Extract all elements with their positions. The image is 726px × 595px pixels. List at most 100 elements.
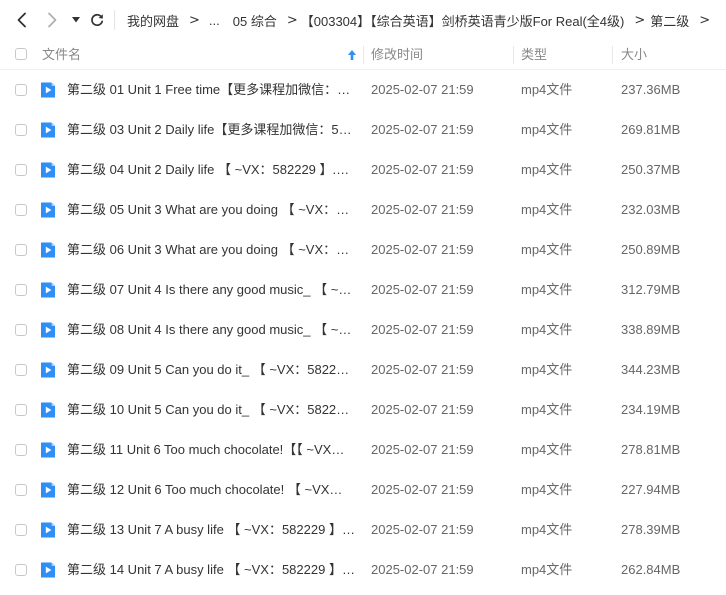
row-checkbox[interactable]	[15, 484, 27, 496]
file-size: 278.39MB	[621, 522, 681, 537]
history-dropdown-button[interactable]	[69, 8, 83, 32]
column-divider[interactable]	[513, 46, 514, 64]
column-header-name[interactable]: 文件名	[42, 40, 81, 69]
file-name[interactable]: 第二级 06 Unit 3 What are you doing 【 ~VX：5…	[67, 230, 355, 270]
row-checkbox[interactable]	[15, 244, 27, 256]
breadcrumb-item-course[interactable]: 【003304】【综合英语】剑桥英语青少版For Real(全4级)	[301, 11, 625, 30]
file-size: 262.84MB	[621, 562, 681, 577]
file-size: 278.81MB	[621, 442, 681, 457]
column-header-size[interactable]: 大小	[621, 40, 647, 69]
breadcrumb-item-ellipsis[interactable]: ...	[209, 13, 220, 28]
file-name[interactable]: 第二级 13 Unit 7 A busy life 【 ~VX：582229 】…	[67, 510, 355, 550]
video-file-icon	[41, 322, 55, 338]
caret-down-icon	[72, 17, 80, 23]
file-name[interactable]: 第二级 08 Unit 4 Is there any good music_ 【…	[67, 310, 355, 350]
video-file-icon	[41, 82, 55, 98]
file-modified-time: 2025-02-07 21:59	[371, 442, 474, 457]
navigation-bar: 我的网盘 > ... 05 综合 > 【003304】【综合英语】剑桥英语青少版…	[0, 0, 726, 40]
file-size: 312.79MB	[621, 282, 681, 297]
row-checkbox[interactable]	[15, 444, 27, 456]
file-type: mp4文件	[521, 242, 573, 257]
row-checkbox[interactable]	[15, 84, 27, 96]
file-modified-time: 2025-02-07 21:59	[371, 482, 474, 497]
breadcrumb: 我的网盘 > ... 05 综合 > 【003304】【综合英语】剑桥英语青少版…	[127, 0, 719, 40]
row-checkbox[interactable]	[15, 204, 27, 216]
column-divider[interactable]	[363, 46, 364, 64]
file-type: mp4文件	[521, 362, 573, 377]
file-modified-time: 2025-02-07 21:59	[371, 402, 474, 417]
breadcrumb-separator-icon: >	[189, 12, 200, 28]
file-name[interactable]: 第二级 07 Unit 4 Is there any good music_ 【…	[67, 270, 355, 310]
video-file-icon	[41, 442, 55, 458]
video-file-icon	[41, 362, 55, 378]
file-type: mp4文件	[521, 322, 573, 337]
file-type: mp4文件	[521, 522, 573, 537]
video-file-icon	[41, 522, 55, 538]
back-button[interactable]	[12, 8, 32, 32]
row-checkbox[interactable]	[15, 564, 27, 576]
row-checkbox[interactable]	[15, 524, 27, 536]
forward-button[interactable]	[42, 8, 62, 32]
video-file-icon	[41, 242, 55, 258]
file-row[interactable]: 第二级 05 Unit 3 What are you doing 【 ~VX：5…	[0, 190, 726, 230]
row-checkbox[interactable]	[15, 404, 27, 416]
file-size: 232.03MB	[621, 202, 681, 217]
file-type: mp4文件	[521, 562, 573, 577]
file-row[interactable]: 第二级 04 Unit 2 Daily life 【 ~VX：582229 】.…	[0, 150, 726, 190]
file-modified-time: 2025-02-07 21:59	[371, 522, 474, 537]
row-checkbox[interactable]	[15, 364, 27, 376]
file-modified-time: 2025-02-07 21:59	[371, 282, 474, 297]
file-name[interactable]: 第二级 05 Unit 3 What are you doing 【 ~VX：5…	[67, 190, 355, 230]
breadcrumb-item-current[interactable]: 第二级	[650, 11, 689, 30]
row-checkbox[interactable]	[15, 324, 27, 336]
refresh-button[interactable]	[88, 8, 106, 32]
file-row[interactable]: 第二级 03 Unit 2 Daily life【更多课程加微信：582229】…	[0, 110, 726, 150]
file-row[interactable]: 第二级 12 Unit 6 Too much chocolate! 【 ~VX：…	[0, 470, 726, 510]
file-modified-time: 2025-02-07 21:59	[371, 162, 474, 177]
sort-ascending-icon[interactable]	[347, 49, 357, 61]
file-name[interactable]: 第二级 11 Unit 6 Too much chocolate!【【 ~VX：…	[67, 430, 355, 470]
file-modified-time: 2025-02-07 21:59	[371, 122, 474, 137]
file-row[interactable]: 第二级 08 Unit 4 Is there any good music_ 【…	[0, 310, 726, 350]
file-modified-time: 2025-02-07 21:59	[371, 82, 474, 97]
column-header-type[interactable]: 类型	[521, 40, 547, 69]
breadcrumb-item-category[interactable]: 05 综合	[233, 11, 277, 30]
file-size: 344.23MB	[621, 362, 681, 377]
file-row[interactable]: 第二级 11 Unit 6 Too much chocolate!【【 ~VX：…	[0, 430, 726, 470]
file-name[interactable]: 第二级 10 Unit 5 Can you do it_ 【 ~VX：58222…	[67, 390, 355, 430]
file-row[interactable]: 第二级 07 Unit 4 Is there any good music_ 【…	[0, 270, 726, 310]
file-row[interactable]: 第二级 01 Unit 1 Free time【更多课程加微信：582229】.…	[0, 70, 726, 110]
file-type: mp4文件	[521, 162, 573, 177]
row-checkbox[interactable]	[15, 124, 27, 136]
video-file-icon	[41, 562, 55, 578]
file-row[interactable]: 第二级 09 Unit 5 Can you do it_ 【 ~VX：58222…	[0, 350, 726, 390]
column-header-mtime[interactable]: 修改时间	[371, 40, 423, 69]
video-file-icon	[41, 282, 55, 298]
row-checkbox[interactable]	[15, 284, 27, 296]
column-divider[interactable]	[612, 46, 613, 64]
file-row[interactable]: 第二级 14 Unit 7 A busy life 【 ~VX：582229 】…	[0, 550, 726, 590]
file-name[interactable]: 第二级 09 Unit 5 Can you do it_ 【 ~VX：58222…	[67, 350, 355, 390]
row-checkbox[interactable]	[15, 164, 27, 176]
file-modified-time: 2025-02-07 21:59	[371, 362, 474, 377]
file-row[interactable]: 第二级 06 Unit 3 What are you doing 【 ~VX：5…	[0, 230, 726, 270]
file-name[interactable]: 第二级 14 Unit 7 A busy life 【 ~VX：582229 】…	[67, 550, 355, 590]
breadcrumb-item-root[interactable]: 我的网盘	[127, 11, 179, 30]
file-type: mp4文件	[521, 82, 573, 97]
file-list-header: 文件名 修改时间 类型 大小	[0, 40, 726, 70]
file-name[interactable]: 第二级 12 Unit 6 Too much chocolate! 【 ~VX：…	[67, 470, 355, 510]
video-file-icon	[41, 402, 55, 418]
file-size: 338.89MB	[621, 322, 681, 337]
file-modified-time: 2025-02-07 21:59	[371, 562, 474, 577]
file-type: mp4文件	[521, 202, 573, 217]
file-name[interactable]: 第二级 01 Unit 1 Free time【更多课程加微信：582229】.…	[67, 70, 355, 110]
chevron-right-icon	[48, 12, 57, 28]
file-name[interactable]: 第二级 04 Unit 2 Daily life 【 ~VX：582229 】.…	[67, 150, 355, 190]
file-type: mp4文件	[521, 282, 573, 297]
file-modified-time: 2025-02-07 21:59	[371, 322, 474, 337]
file-row[interactable]: 第二级 13 Unit 7 A busy life 【 ~VX：582229 】…	[0, 510, 726, 550]
file-row[interactable]: 第二级 10 Unit 5 Can you do it_ 【 ~VX：58222…	[0, 390, 726, 430]
file-name[interactable]: 第二级 03 Unit 2 Daily life【更多课程加微信：582229】…	[67, 110, 355, 150]
select-all-checkbox[interactable]	[15, 48, 27, 60]
file-type: mp4文件	[521, 442, 573, 457]
